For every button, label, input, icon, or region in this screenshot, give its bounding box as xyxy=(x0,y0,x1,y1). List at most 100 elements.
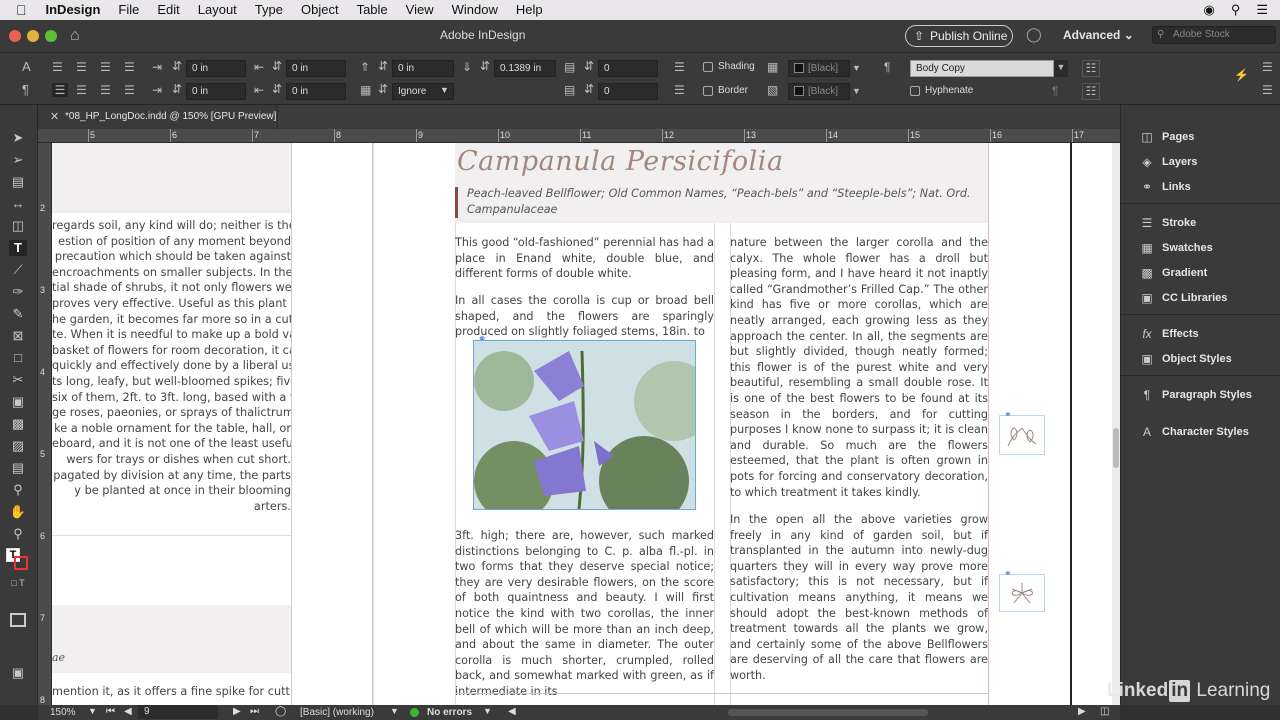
border-settings-icon[interactable]: ▧ xyxy=(767,83,778,97)
hyphenate-checkbox[interactable] xyxy=(910,86,920,96)
first-page-icon[interactable]: ⏮ xyxy=(106,706,115,717)
bulleted-list-icon[interactable]: ☰ xyxy=(674,60,685,74)
right-indent-field[interactable]: 0 in xyxy=(286,60,346,77)
align-spine-icon[interactable]: ☰ xyxy=(124,83,135,97)
page-tool-icon[interactable]: ▤ xyxy=(9,174,27,190)
minimize-window-button[interactable] xyxy=(27,30,39,42)
drop-cap-chars-stepper[interactable]: ⇵ xyxy=(584,82,594,96)
formatting-affects-text-icon[interactable]: □ T xyxy=(9,575,27,591)
justify-all-icon[interactable]: ☰ xyxy=(52,83,68,97)
left-page-text[interactable]: regards soil, any kind will do; neither … xyxy=(52,218,291,514)
shading-checkbox[interactable] xyxy=(703,62,713,72)
menu-table[interactable]: Table xyxy=(348,0,397,20)
hand-tool-icon[interactable]: ✋ xyxy=(9,504,27,520)
menu-type[interactable]: Type xyxy=(246,0,292,20)
col2-paragraph-2[interactable]: In the open all the above varieties grow… xyxy=(730,512,988,684)
vertical-scrollbar[interactable] xyxy=(1112,143,1120,705)
justify-center-icon[interactable]: ☰ xyxy=(76,83,87,97)
align-center-icon[interactable]: ☰ xyxy=(76,60,87,74)
align-grid-stepper[interactable]: ⇵ xyxy=(378,82,388,96)
workspace-switcher[interactable]: Advanced ⌄ xyxy=(1063,28,1134,42)
gradient-panel-tab[interactable]: ▩ Gradient xyxy=(1139,266,1207,280)
menu-object[interactable]: Object xyxy=(292,0,348,20)
pencil-tool-icon[interactable]: ✎ xyxy=(9,306,27,322)
apple-icon[interactable]:  xyxy=(0,2,37,18)
col1-paragraph-3[interactable]: 3ft. high; there are, however, such mark… xyxy=(455,528,714,700)
campanula-photo[interactable] xyxy=(473,340,714,526)
chevron-down-icon[interactable]: ▼ xyxy=(852,61,861,75)
space-after-stepper[interactable]: ⇵ xyxy=(480,59,490,73)
eyedropper-tool-icon[interactable]: ⚲ xyxy=(9,482,27,498)
page-number-field[interactable]: 9 xyxy=(138,705,218,719)
preflight-profile[interactable]: [Basic] (working) xyxy=(300,707,374,718)
space-after-field[interactable]: 0.1389 in xyxy=(494,60,556,77)
bellflower-ornament-2[interactable] xyxy=(999,574,1045,612)
menu-edit[interactable]: Edit xyxy=(148,0,188,20)
pages-panel-tab[interactable]: ◫ Pages xyxy=(1139,130,1194,144)
line-tool-icon[interactable]: ⟋ xyxy=(9,262,27,278)
col1-paragraph-2[interactable]: In all cases the corolla is cup or broad… xyxy=(455,293,714,340)
stroke-swatch-icon[interactable] xyxy=(14,556,28,570)
selection-tool-icon[interactable]: ➤ xyxy=(9,130,27,146)
drop-cap-lines-stepper[interactable]: ⇵ xyxy=(584,59,594,73)
paragraph-direction-icon[interactable]: ¶ xyxy=(1052,84,1058,98)
document-canvas[interactable]: regards soil, any kind will do; neither … xyxy=(52,143,1120,705)
type-tool-icon[interactable]: T xyxy=(9,240,27,256)
menu-indesign[interactable]: InDesign xyxy=(37,0,110,20)
zoom-level-field[interactable]: 150% xyxy=(50,707,76,718)
chevron-down-icon[interactable]: ▼ xyxy=(483,706,492,716)
screen-mode-icon[interactable]: ▣ xyxy=(9,665,27,681)
close-window-button[interactable] xyxy=(9,30,21,42)
align-right-icon[interactable]: ☰ xyxy=(100,60,111,74)
menu-view[interactable]: View xyxy=(397,0,443,20)
stroke-panel-tab[interactable]: ☰ Stroke xyxy=(1139,216,1197,230)
menu-file[interactable]: File xyxy=(109,0,148,20)
article-subtitle[interactable]: Peach-leaved Bellflower; Old Common Name… xyxy=(467,186,989,218)
rectangle-tool-icon[interactable]: □ xyxy=(9,350,27,366)
menu-window[interactable]: Window xyxy=(443,0,507,20)
preflight-errors[interactable]: No errors xyxy=(427,707,472,718)
gap-tool-icon[interactable]: ↔ xyxy=(9,196,27,212)
article-title[interactable]: Campanula Persicifolia xyxy=(457,146,784,177)
shading-swatch-select[interactable]: [Black] xyxy=(788,60,850,77)
zoom-tool-icon[interactable]: ⚲ xyxy=(9,526,27,542)
next-page-icon[interactable]: ▶ xyxy=(233,706,241,717)
border-swatch-select[interactable]: [Black] xyxy=(788,83,850,100)
content-collector-icon[interactable]: ◫ xyxy=(9,218,27,234)
numbered-list-icon[interactable]: ☰ xyxy=(674,83,685,97)
swatches-panel-tab[interactable]: ▦ Swatches xyxy=(1139,241,1212,255)
vertical-scroll-thumb[interactable] xyxy=(1113,428,1119,468)
chevron-down-icon[interactable]: ▼ xyxy=(88,706,97,716)
panel-menu-icon[interactable]: ☰ xyxy=(1262,83,1273,97)
drop-cap-chars-field[interactable]: 0 xyxy=(598,83,658,100)
horizontal-ruler[interactable]: 5 6 7 8 9 10 11 12 13 14 15 16 17 xyxy=(38,129,1120,143)
spotlight-search-icon[interactable]: ⚲ xyxy=(1231,2,1241,18)
adobe-stock-search[interactable]: ⚲ Adobe Stock xyxy=(1152,26,1276,44)
first-line-indent-stepper[interactable]: ⇵ xyxy=(172,82,182,96)
paragraph-style-select[interactable]: Body Copy xyxy=(910,60,1054,77)
home-icon[interactable]: ⌂ xyxy=(70,27,80,45)
quick-apply-icon[interactable]: ⚡ xyxy=(1234,68,1249,82)
links-panel-tab[interactable]: ⚭ Links xyxy=(1139,180,1191,194)
justify-left-icon[interactable]: ☰ xyxy=(124,60,135,74)
justify-right-icon[interactable]: ☰ xyxy=(100,83,111,97)
last-line-indent-stepper[interactable]: ⇵ xyxy=(272,82,282,96)
chevron-down-icon[interactable]: ▼ xyxy=(390,706,399,716)
border-checkbox[interactable] xyxy=(703,86,713,96)
vertical-ruler[interactable]: 2 3 4 5 6 7 8 xyxy=(38,143,52,705)
gradient-swatch-tool-icon[interactable]: ▩ xyxy=(9,416,27,432)
effects-panel-tab[interactable]: fx Effects xyxy=(1139,327,1198,341)
col1-paragraph-1[interactable]: This good “old-fashioned” perennial has … xyxy=(455,235,714,282)
scroll-right-icon[interactable]: ▶ xyxy=(1078,706,1086,717)
shading-settings-icon[interactable]: ▦ xyxy=(767,60,778,74)
space-before-stepper[interactable]: ⇵ xyxy=(378,59,388,73)
columns-icon[interactable]: ☷ xyxy=(1082,60,1100,77)
zoom-window-button[interactable] xyxy=(45,30,57,42)
layers-panel-tab[interactable]: ◈ Layers xyxy=(1139,155,1197,169)
span-columns-icon[interactable]: ☷ xyxy=(1082,83,1100,100)
link-icon[interactable]: ⚭ xyxy=(1004,409,1012,420)
note-tool-icon[interactable]: ▤ xyxy=(9,460,27,476)
link-icon[interactable]: ⚭ xyxy=(478,334,486,345)
left-indent-stepper[interactable]: ⇵ xyxy=(172,59,182,73)
character-mode-icon[interactable]: A xyxy=(22,60,31,74)
